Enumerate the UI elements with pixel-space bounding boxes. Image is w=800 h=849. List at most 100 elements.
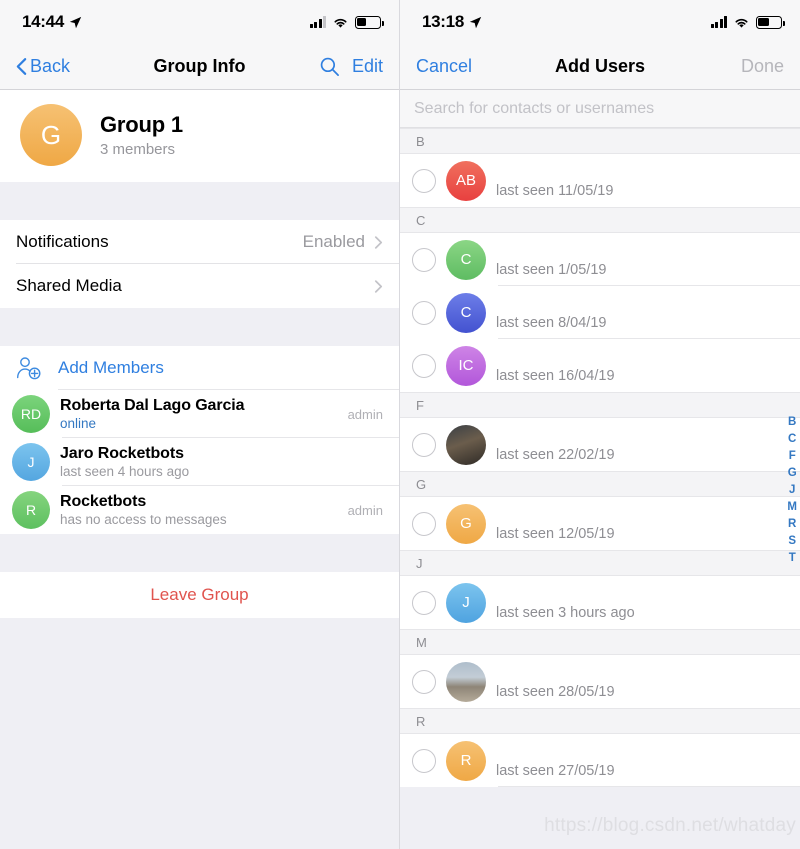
cellular-signal-icon: [710, 16, 727, 28]
leave-group-button[interactable]: Leave Group: [0, 572, 399, 618]
contact-last-seen: last seen 12/05/19: [496, 525, 615, 542]
watermark: https://blog.csdn.net/whatday: [544, 815, 796, 836]
group-header[interactable]: G Group 1 3 members: [0, 90, 399, 182]
contact-name: [496, 666, 615, 684]
section-header: M: [400, 629, 800, 655]
section-header: R: [400, 708, 800, 734]
alphabet-index[interactable]: B C F G J M R S T: [787, 415, 797, 566]
member-row[interactable]: RD Roberta Dal Lago Garcia online admin: [0, 390, 399, 438]
contact-checkbox[interactable]: [412, 511, 436, 536]
members-section: Add Members RD Roberta Dal Lago Garcia o…: [0, 346, 399, 534]
contact-text: last seen 12/05/19: [496, 504, 615, 544]
avatar-initials: RD: [20, 406, 42, 422]
avatar-initials: AB: [455, 172, 476, 189]
sidebar-item-shared-media[interactable]: Shared Media: [0, 264, 399, 308]
contact-checkbox[interactable]: [412, 168, 436, 193]
contact-name: [496, 429, 615, 447]
member-text: Rocketbots has no access to messages: [60, 493, 227, 527]
sidebar-item-notifications[interactable]: Notifications Enabled: [0, 220, 399, 264]
status-bar-left: 14:44: [0, 0, 399, 44]
avatar: J: [12, 443, 50, 481]
contact-last-seen: last seen 3 hours ago: [496, 604, 635, 621]
avatar-initials: R: [25, 502, 37, 518]
avatar-initials: R: [460, 752, 472, 769]
contact-name: [496, 165, 613, 183]
avatar-initials: J: [462, 594, 470, 611]
settings-section: Notifications Enabled Shared Media: [0, 220, 399, 308]
list-item[interactable]: last seen 22/02/19: [400, 418, 800, 471]
index-letter-r[interactable]: R: [788, 517, 796, 532]
list-item[interactable]: G last seen 12/05/19: [400, 497, 800, 550]
search-bar[interactable]: [400, 90, 800, 128]
dual-screenshot-container: 14:44 Back Group Info Edit G Group 1 3 m…: [0, 0, 800, 849]
index-letter-t[interactable]: T: [789, 551, 796, 566]
edit-button[interactable]: Edit: [352, 56, 383, 77]
index-letter-s[interactable]: S: [788, 534, 796, 549]
contact-last-seen: last seen 16/04/19: [496, 367, 615, 384]
avatar-initials: J: [27, 454, 35, 470]
contact-text: last seen 8/04/19: [496, 293, 606, 333]
member-row[interactable]: R Rocketbots has no access to messages a…: [0, 486, 399, 534]
contact-last-seen: last seen 11/05/19: [496, 182, 614, 199]
section-gap-3: [0, 534, 399, 572]
index-letter-m[interactable]: M: [787, 500, 797, 515]
list-item[interactable]: C last seen 8/04/19: [400, 286, 800, 339]
status-time-text: 14:44: [22, 12, 64, 31]
list-item[interactable]: R last seen 27/05/19: [400, 734, 800, 787]
contact-text: last seen 22/02/19: [496, 425, 615, 465]
status-bar-right: 13:18: [400, 0, 800, 44]
add-members-button[interactable]: Add Members: [0, 346, 399, 390]
contact-checkbox[interactable]: [412, 669, 436, 694]
avatar-photo: [446, 424, 486, 465]
section-gap-2: [0, 308, 399, 346]
chevron-left-icon: [16, 58, 27, 75]
contact-checkbox[interactable]: [412, 300, 436, 325]
list-item[interactable]: AB last seen 11/05/19: [400, 154, 800, 207]
status-bar-indicators-right: [710, 15, 785, 29]
search-icon[interactable]: [319, 56, 340, 77]
index-letter-g[interactable]: G: [788, 466, 797, 481]
nav-actions-left: Edit: [319, 56, 383, 77]
contact-name: [496, 508, 615, 526]
list-item[interactable]: last seen 28/05/19: [400, 655, 800, 708]
contact-checkbox[interactable]: [412, 432, 436, 457]
member-name: Jaro Rocketbots: [60, 445, 184, 462]
list-item[interactable]: J last seen 3 hours ago: [400, 576, 800, 629]
index-letter-f[interactable]: F: [789, 449, 796, 464]
battery-icon: [756, 15, 785, 29]
location-arrow-icon: [69, 16, 82, 28]
index-letter-b[interactable]: B: [788, 415, 796, 430]
index-letter-c[interactable]: C: [788, 432, 796, 447]
list-item[interactable]: IC last seen 16/04/19: [400, 339, 800, 392]
member-row[interactable]: J Jaro Rocketbots last seen 4 hours ago: [0, 438, 399, 486]
contact-checkbox[interactable]: [412, 353, 436, 378]
index-letter-j[interactable]: J: [789, 483, 795, 498]
location-arrow-icon: [469, 16, 482, 28]
chevron-right-icon: [374, 235, 383, 249]
group-info-screen: 14:44 Back Group Info Edit G Group 1 3 m…: [0, 0, 400, 849]
section-header: B: [400, 128, 800, 154]
contact-checkbox[interactable]: [412, 590, 436, 615]
avatar: J: [446, 582, 486, 623]
section-header: C: [400, 207, 800, 233]
member-text: Roberta Dal Lago Garcia online: [60, 397, 245, 431]
group-header-text: Group 1 3 members: [100, 112, 183, 158]
back-button[interactable]: Back: [16, 56, 70, 77]
contact-last-seen: last seen 28/05/19: [496, 683, 615, 700]
shared-media-label: Shared Media: [16, 276, 122, 295]
member-status: online: [60, 416, 97, 431]
contact-name: [496, 297, 606, 315]
cancel-button[interactable]: Cancel: [416, 56, 472, 77]
contact-checkbox[interactable]: [412, 247, 436, 272]
list-item[interactable]: C last seen 1/05/19: [400, 233, 800, 286]
avatar-initials: C: [460, 251, 472, 268]
done-button[interactable]: Done: [741, 56, 784, 77]
avatar-initials: IC: [458, 357, 474, 374]
contact-last-seen: last seen 22/02/19: [496, 446, 615, 463]
contact-checkbox[interactable]: [412, 748, 436, 773]
group-avatar-initial: G: [40, 119, 62, 150]
member-name: Roberta Dal Lago Garcia: [60, 397, 245, 414]
member-status: last seen 4 hours ago: [60, 464, 190, 479]
section-header: J: [400, 550, 800, 576]
search-input[interactable]: [414, 99, 786, 118]
